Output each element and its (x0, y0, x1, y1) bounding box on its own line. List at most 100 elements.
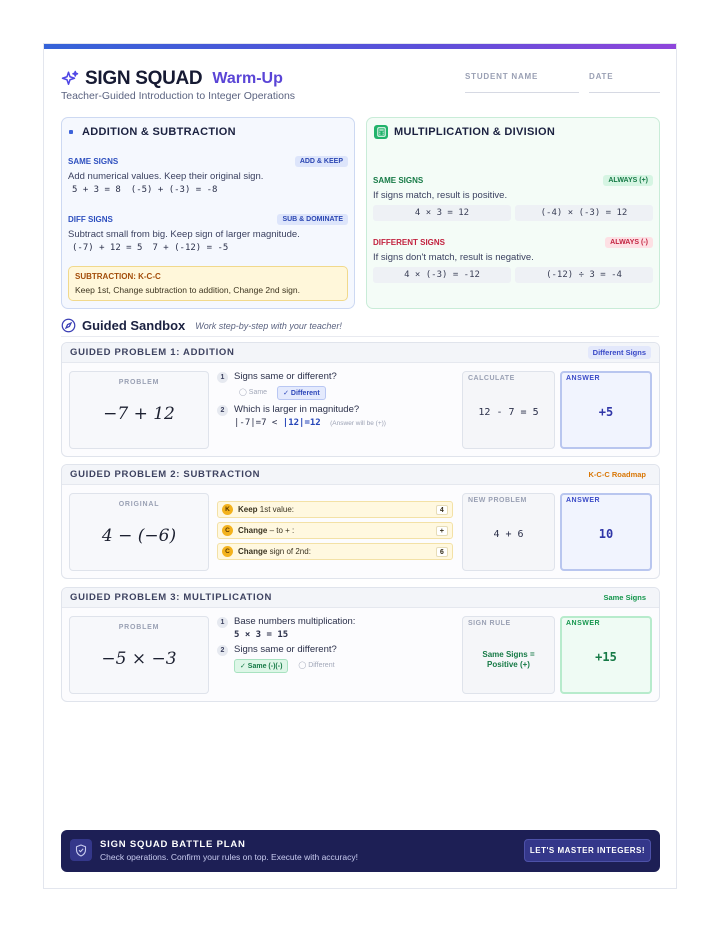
sparkles-icon (61, 70, 79, 85)
calculator-icon (374, 125, 388, 139)
sandbox-heading: Guided Sandbox Work step-by-step with yo… (61, 318, 342, 333)
step-1: 1 Base numbers multiplication: 5 × 3 = 1… (217, 616, 457, 640)
kcc-step-keep: K Keep 1st value: 4 (217, 501, 453, 518)
date-field[interactable] (589, 92, 660, 93)
sign-rule-value: Same Signs = Positive (+) (482, 650, 535, 669)
problem-box: PROBLEM −7 + 12 (69, 371, 209, 449)
guided-problem-1: GUIDED PROBLEM 1: ADDITION Different Sig… (61, 342, 660, 457)
problem-tag: Different Signs (587, 346, 651, 359)
page-title-sub: Warm-Up (212, 70, 283, 87)
step-2: 2 Signs same or different? ✓ Same (-)(-)… (217, 644, 457, 673)
new-problem-value: 4 + 6 (493, 529, 524, 540)
problem-expression: −7 + 12 (103, 404, 175, 424)
problem-expression: 4 − (−6) (101, 526, 177, 546)
rule-label: DIFF SIGNS (68, 215, 113, 224)
date-label: DATE (589, 72, 614, 81)
magnitude-left: |-7|=7 < (234, 418, 278, 428)
multiplication-division-heading: MULTIPLICATION & DIVISION (374, 125, 555, 139)
rule-example: (-4) × (-3) = 12 (515, 205, 653, 221)
answer-box[interactable]: ANSWER +5 (560, 371, 652, 449)
different-option[interactable]: ✓ Different (277, 386, 326, 400)
rule-text: If signs don't match, result is negative… (373, 252, 534, 263)
title-row: SIGN SQUAD Warm-Up (61, 68, 283, 90)
rule-label: SAME SIGNS (373, 176, 424, 185)
footer-text: Check operations. Confirm your rules on … (100, 852, 358, 862)
problem-header: GUIDED PROBLEM 2: SUBTRACTION K-C-C Road… (62, 465, 659, 485)
compass-icon (61, 318, 76, 333)
rule-example: (-7) + 12 = 5 (72, 243, 143, 253)
battle-plan-footer: SIGN SQUAD BATTLE PLAN Check operations.… (61, 830, 660, 872)
addition-subtraction-heading: ADDITION & SUBTRACTION (69, 126, 236, 138)
addition-subtraction-card: ADDITION & SUBTRACTION SAME SIGNS ADD & … (61, 117, 355, 309)
rule-label: SAME SIGNS (68, 157, 119, 166)
bullet-icon (69, 130, 73, 134)
rule-example: 4 × 3 = 12 (373, 205, 511, 221)
sandbox-title: Guided Sandbox (82, 318, 186, 333)
same-signs-rule: SAME SIGNS ADD & KEEP Add numerical valu… (68, 156, 348, 195)
kcc-badge: C (222, 546, 233, 557)
step-value: 5 × 3 = 15 (234, 630, 289, 640)
rule-text: Subtract small from big. Keep sign of la… (68, 229, 300, 240)
same-signs-rule: SAME SIGNS ALWAYS (+) If signs match, re… (373, 175, 653, 221)
kcc-step-change-sign: C Change sign of 2nd: 6 (217, 543, 453, 560)
rule-example: 4 × (-3) = -12 (373, 267, 511, 283)
divider (61, 336, 659, 337)
gradient-bar (44, 44, 676, 49)
rule-example: 5 + 3 = 8 (72, 185, 121, 195)
new-problem-box: NEW PROBLEM 4 + 6 (462, 493, 555, 571)
rule-pill: ALWAYS (+) (603, 175, 653, 186)
kcc-badge: K (222, 504, 233, 515)
student-name-field[interactable] (465, 92, 579, 93)
rule-example: (-5) + (-3) = -8 (130, 185, 218, 195)
answer-value: 10 (598, 527, 614, 541)
problem-tag: K-C-C Roadmap (588, 470, 647, 479)
problem-steps: 1 Signs same or different? ◯ Same ✓ Diff… (217, 371, 457, 428)
worksheet: SIGN SQUAD Warm-Up Teacher-Guided Introd… (43, 43, 677, 889)
sign-rule-box: SIGN RULE Same Signs = Positive (+) (462, 616, 555, 694)
answer-box[interactable]: ANSWER +15 (560, 616, 652, 694)
magnitude-right: |12|=12 (282, 418, 321, 428)
problem-box: ORIGINAL 4 − (−6) (69, 493, 209, 571)
kcc-callout: SUBTRACTION: K-C-C Keep 1st, Change subt… (68, 266, 348, 301)
multiplication-division-card: MULTIPLICATION & DIVISION SAME SIGNS ALW… (366, 117, 660, 309)
master-integers-button[interactable]: LET'S MASTER INTEGERS! (524, 839, 651, 862)
answer-value: +15 (595, 650, 617, 664)
rule-text: Add numerical values. Keep their origina… (68, 171, 264, 182)
problem-tag: Same Signs (603, 593, 646, 602)
sandbox-subtitle: Work step-by-step with your teacher! (195, 320, 342, 331)
kcc-value[interactable]: + (435, 525, 448, 536)
kcc-value[interactable]: 4 (435, 504, 448, 515)
rule-example: 7 + (-12) = -5 (152, 243, 229, 253)
diff-signs-rule: DIFF SIGNS SUB & DOMINATE Subtract small… (68, 214, 348, 253)
student-name-label: STUDENT NAME (465, 72, 539, 81)
rule-pill: ALWAYS (-) (605, 237, 653, 248)
problem-title: GUIDED PROBLEM 2: SUBTRACTION (70, 469, 261, 480)
step-1: 1 Signs same or different? ◯ Same ✓ Diff… (217, 371, 457, 400)
rule-pill: SUB & DOMINATE (277, 214, 348, 225)
diff-signs-rule: DIFFERENT SIGNS ALWAYS (-) If signs don'… (373, 237, 653, 283)
calculate-box: CALCULATE 12 - 7 = 5 (462, 371, 555, 449)
same-option[interactable]: ✓ Same (-)(-) (234, 659, 289, 673)
problem-expression: −5 × −3 (101, 649, 177, 669)
kcc-steps: K Keep 1st value: 4 C Change – to + : + … (217, 501, 453, 564)
page-title: SIGN SQUAD (85, 68, 203, 89)
problem-box: PROBLEM −5 × −3 (69, 616, 209, 694)
step-2: 2 Which is larger in magnitude? |-7|=7 <… (217, 404, 457, 428)
footer-title: SIGN SQUAD BATTLE PLAN (100, 839, 246, 850)
kcc-value[interactable]: 6 (435, 546, 448, 557)
guided-problem-3: GUIDED PROBLEM 3: MULTIPLICATION Same Si… (61, 587, 660, 702)
rule-example: (-12) ÷ 3 = -4 (515, 267, 653, 283)
problem-header: GUIDED PROBLEM 3: MULTIPLICATION Same Si… (62, 588, 659, 608)
kcc-step-change-operator: C Change – to + : + (217, 522, 453, 539)
kcc-badge: C (222, 525, 233, 536)
rule-text: If signs match, result is positive. (373, 190, 508, 201)
different-option[interactable]: ◯ Different (293, 659, 339, 673)
rule-label: DIFFERENT SIGNS (373, 238, 446, 247)
problem-header: GUIDED PROBLEM 1: ADDITION Different Sig… (62, 343, 659, 363)
answer-value: +5 (598, 405, 614, 419)
problem-steps: 1 Base numbers multiplication: 5 × 3 = 1… (217, 616, 457, 673)
same-option[interactable]: ◯ Same (234, 386, 272, 400)
guided-problem-2: GUIDED PROBLEM 2: SUBTRACTION K-C-C Road… (61, 464, 660, 579)
rule-pill: ADD & KEEP (294, 156, 348, 167)
answer-box[interactable]: ANSWER 10 (560, 493, 652, 571)
